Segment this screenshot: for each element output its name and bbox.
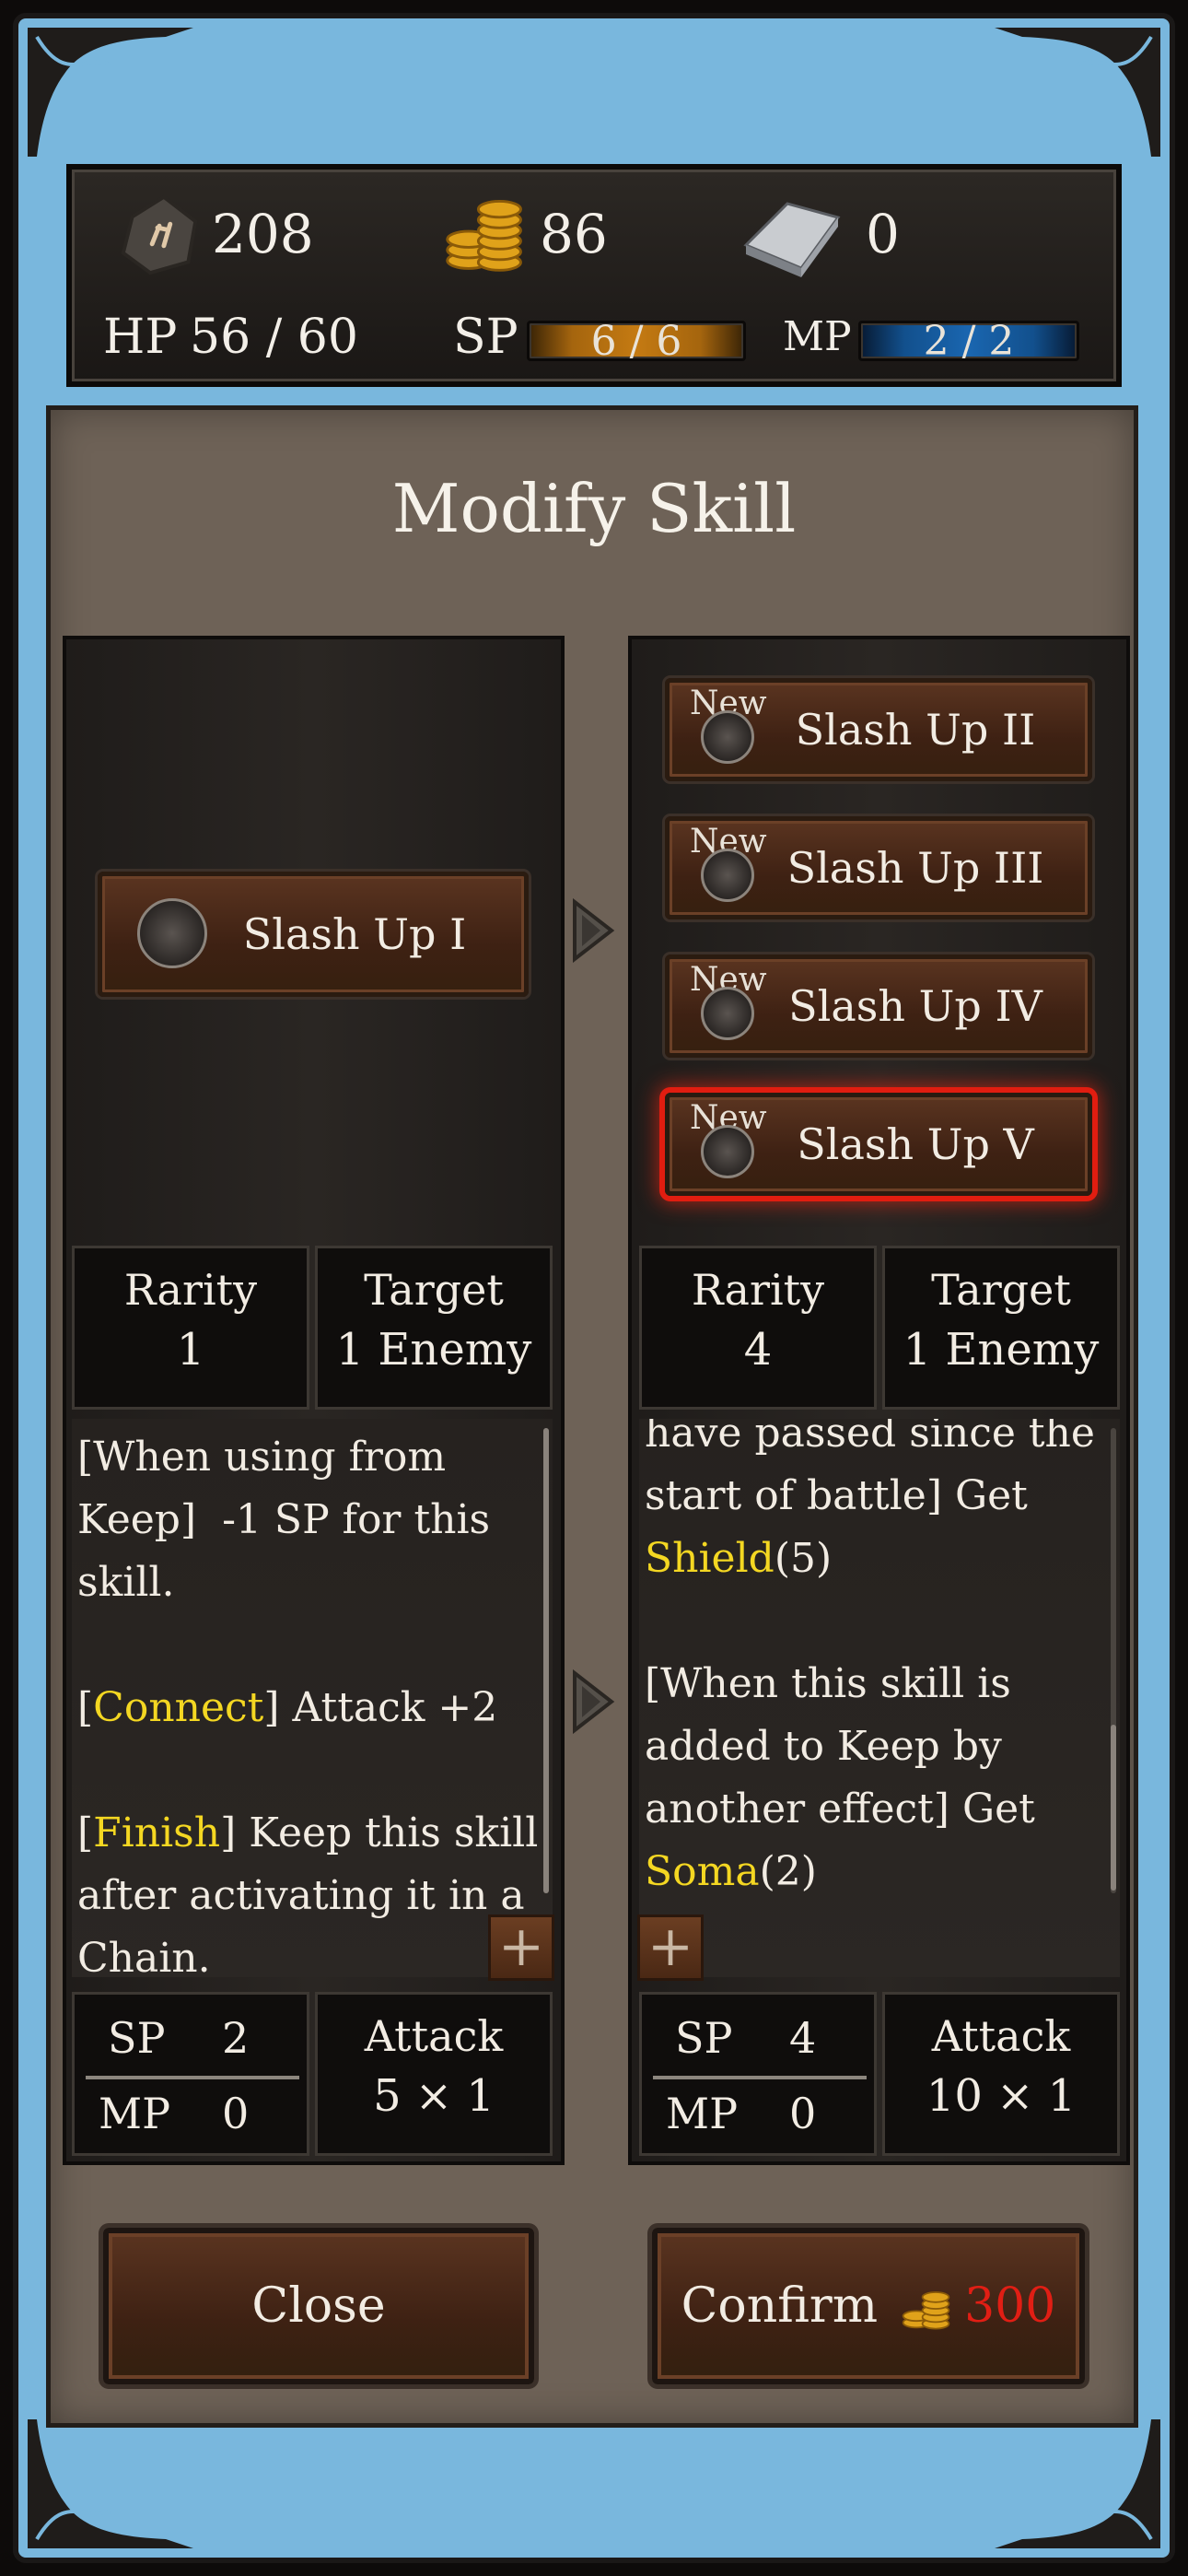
- cost-divider: [86, 2076, 299, 2079]
- hp-label: HP: [103, 310, 178, 365]
- close-button-label: Close: [251, 2278, 386, 2334]
- target-value: 1 Enemy: [335, 1324, 532, 1376]
- keyword-highlight: Finish: [93, 1809, 221, 1856]
- description-segment: have passed since the start of battle] G…: [645, 1419, 1095, 1519]
- mp-cost-value: 0: [222, 2089, 250, 2138]
- expand-description-button[interactable]: +: [488, 1914, 554, 1981]
- cost-divider: [653, 2076, 867, 2079]
- soul-count: 208: [212, 203, 314, 265]
- corner-ornament-icon: [28, 2419, 193, 2548]
- gold-count: 86: [540, 203, 608, 265]
- confirm-button-label: Confirm: [681, 2278, 879, 2334]
- preview-skill-description[interactable]: have passed since the start of battle] G…: [639, 1419, 1120, 1977]
- rarity-label: Rarity: [691, 1265, 825, 1315]
- hp-value: 56 / 60: [190, 310, 358, 365]
- option-name: Slash Up IV: [788, 981, 1042, 1031]
- arrow-right-icon: [569, 1669, 615, 1735]
- attack-label: Attack: [931, 2011, 1071, 2061]
- rarity-value: 4: [743, 1324, 773, 1376]
- current-rarity-cell: Rarity 1: [72, 1246, 309, 1410]
- current-cost-cell: SP 2 MP 0: [72, 1992, 309, 2156]
- ingot-count: 0: [866, 203, 900, 265]
- option-slash-up-ii[interactable]: New Slash Up II: [665, 678, 1092, 781]
- keyword-highlight: Soma: [645, 1848, 760, 1895]
- description-scrollbar[interactable]: [1111, 1725, 1116, 1891]
- sp-cost-value: 2: [222, 2013, 250, 2063]
- sp-value: 6 / 6: [590, 318, 682, 365]
- mp-cost-label: MP: [666, 2089, 739, 2138]
- keyword-highlight: Shield: [645, 1535, 775, 1582]
- gold-coins-icon: [442, 190, 530, 282]
- expand-description-button[interactable]: +: [637, 1914, 704, 1981]
- sp-cost-label: SP: [675, 2013, 733, 2063]
- status-panel: 208 86 0 HP 56 / 60 SP 6 / 6 MP 2 / 2: [66, 164, 1122, 387]
- sp-bar: 6 / 6: [527, 321, 746, 362]
- preview-target-cell: Target 1 Enemy: [882, 1246, 1120, 1410]
- sp-label: SP: [453, 310, 518, 365]
- mp-bar: 2 / 2: [858, 321, 1079, 362]
- soul-stone-icon: [114, 190, 204, 280]
- option-name: Slash Up V: [797, 1119, 1034, 1169]
- sp-cost-value: 4: [789, 2013, 817, 2063]
- mp-value: 2 / 2: [923, 318, 1015, 365]
- current-skill-name: Slash Up I: [242, 909, 467, 959]
- current-attack-cell: Attack 5 × 1: [315, 1992, 553, 2156]
- description-text: have passed since the start of battle] G…: [645, 1419, 1120, 1903]
- rarity-label: Rarity: [123, 1265, 258, 1315]
- mp-cost-value: 0: [789, 2089, 817, 2138]
- target-value: 1 Enemy: [903, 1324, 1100, 1376]
- gold-coins-icon: [900, 2277, 955, 2335]
- confirm-button[interactable]: Confirm 300: [652, 2228, 1085, 2384]
- current-target-cell: Target 1 Enemy: [315, 1246, 553, 1410]
- attack-value: 10 × 1: [926, 2070, 1077, 2122]
- target-label: Target: [931, 1265, 1071, 1315]
- corner-ornament-icon: [995, 2419, 1160, 2548]
- target-label: Target: [364, 1265, 504, 1315]
- confirm-price: 300: [964, 2278, 1056, 2334]
- close-button[interactable]: Close: [103, 2228, 534, 2384]
- preview-attack-cell: Attack 10 × 1: [882, 1992, 1120, 2156]
- rarity-value: 1: [176, 1324, 205, 1376]
- attack-value: 5 × 1: [373, 2070, 495, 2122]
- option-name: Slash Up II: [795, 705, 1036, 755]
- current-skill-button[interactable]: Slash Up I: [98, 872, 529, 997]
- option-name: Slash Up III: [786, 843, 1044, 893]
- description-segment: (2): [759, 1848, 817, 1895]
- attack-label: Attack: [364, 2011, 504, 2061]
- option-slash-up-v[interactable]: New Slash Up V: [665, 1093, 1092, 1196]
- arrow-right-icon: [569, 897, 615, 964]
- mp-cost-label: MP: [99, 2089, 171, 2138]
- silver-ingot-icon: [737, 190, 847, 282]
- mp-label: MP: [783, 313, 852, 360]
- description-scrollbar[interactable]: [543, 1428, 549, 1893]
- description-text: [When using from Keep] -1 SP for this sk…: [77, 1426, 553, 1977]
- current-skill-description[interactable]: [When using from Keep] -1 SP for this sk…: [72, 1419, 553, 1977]
- keyword-highlight: Connect: [93, 1684, 264, 1731]
- sp-cost-label: SP: [108, 2013, 166, 2063]
- dialog-title: Modify Skill: [391, 470, 797, 547]
- preview-rarity-cell: Rarity 4: [639, 1246, 877, 1410]
- option-slash-up-iii[interactable]: New Slash Up III: [665, 816, 1092, 919]
- corner-ornament-icon: [995, 28, 1160, 157]
- option-slash-up-iv[interactable]: New Slash Up IV: [665, 954, 1092, 1058]
- preview-cost-cell: SP 4 MP 0: [639, 1992, 877, 2156]
- corner-ornament-icon: [28, 28, 193, 157]
